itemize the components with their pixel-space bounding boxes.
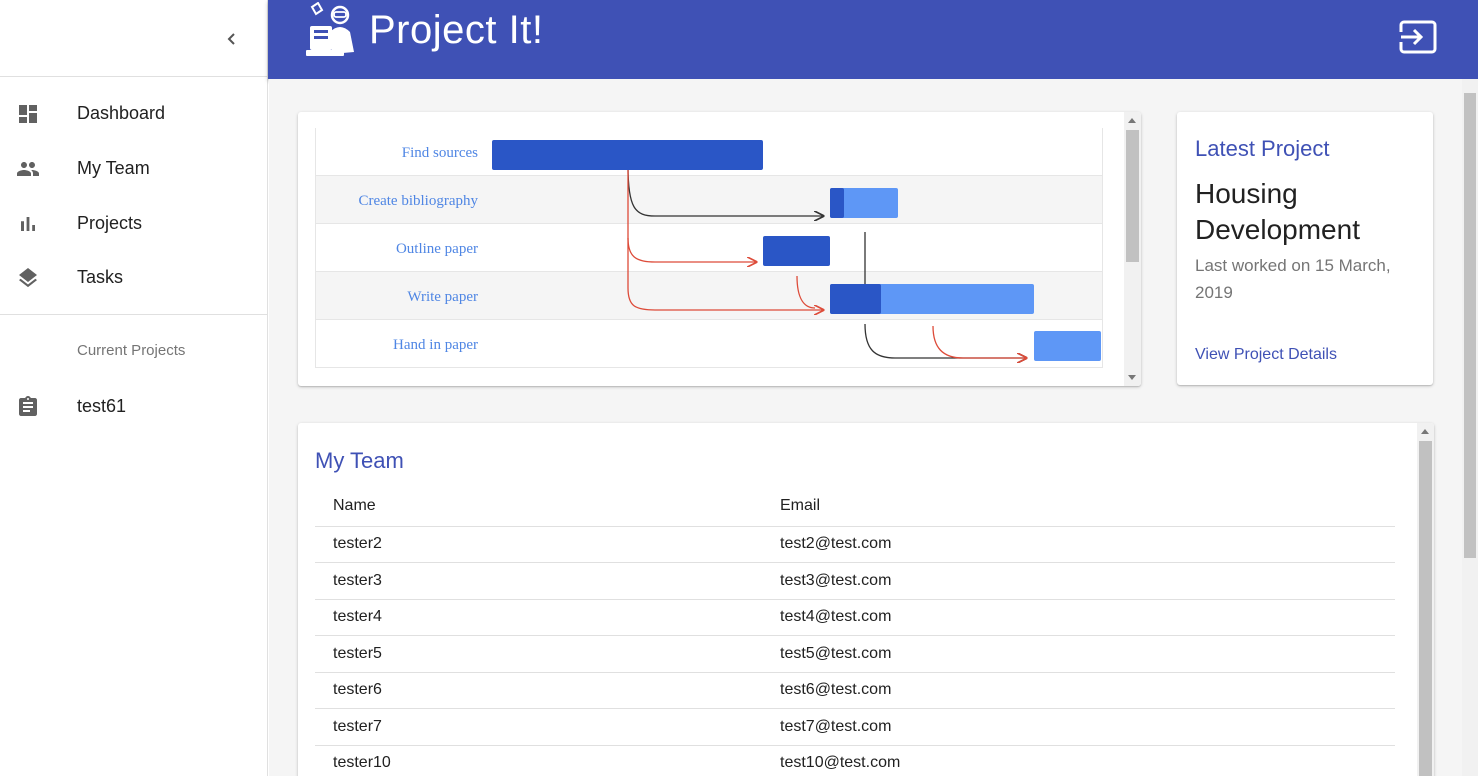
member-email: test7@test.com [780,708,1395,746]
logout-button[interactable] [1398,18,1438,56]
column-header-email[interactable]: Email [780,487,1395,527]
gantt-bar [1034,331,1101,361]
member-name: tester6 [315,672,780,709]
clipboard-icon [0,395,77,419]
project-last-worked: Last worked on 15 March, 2019 [1195,256,1391,302]
app-bar: Project It! [268,0,1478,79]
gantt-bar-progress [830,188,844,218]
dependency-arrow [932,325,1026,358]
sidebar-item-tasks[interactable]: Tasks [0,250,268,305]
team-table: Name Email tester2 test2@test.com tester3… [315,487,1395,776]
member-name: tester7 [315,708,780,746]
dependency-arrow [864,323,1026,358]
gantt-bars [492,140,1101,386]
dependency-arrow [627,165,823,216]
sidebar-item-label: Projects [77,213,143,233]
collapse-sidebar-button[interactable] [220,26,244,52]
table-row[interactable]: tester2 test2@test.com [315,526,1395,563]
dependency-arrow [627,166,756,262]
column-header-name[interactable]: Name [315,487,780,527]
app-title: Project It! [369,8,544,52]
sidebar-item-project[interactable]: test61 [0,379,268,434]
people-icon [0,157,77,181]
member-email: test3@test.com [780,562,1395,600]
dependency-arrow [796,275,816,309]
chevron-left-icon [227,33,235,45]
table-header-row: Name Email [315,487,1395,527]
page-scrollbar[interactable] [1462,79,1478,776]
dashboard-icon [0,102,77,126]
table-row[interactable]: tester5 test5@test.com [315,635,1395,673]
member-email: test5@test.com [780,635,1395,673]
gantt-scrollbar[interactable] [1124,112,1141,386]
sidebar: Dashboard My Team Projects Tasks Current… [0,0,268,776]
member-email: test10@test.com [780,745,1395,776]
sidebar-item-my-team[interactable]: My Team [0,141,268,196]
sidebar-item-label: Dashboard [77,103,166,123]
gantt-bar [763,236,830,266]
member-name: tester10 [315,745,780,776]
table-row[interactable]: tester10 test10@test.com [315,745,1395,776]
latest-project-card: Latest Project Housing Development Last … [1177,112,1433,385]
current-projects-subheader: Current Projects [77,342,186,359]
divider [0,314,268,315]
member-name: tester5 [315,635,780,673]
table-row[interactable]: tester6 test6@test.com [315,672,1395,709]
latest-project-heading: Latest Project [1195,136,1330,161]
logo-icon [306,2,354,56]
sidebar-item-label: My Team [77,158,150,178]
member-email: test4@test.com [780,599,1395,636]
scroll-up-arrow-icon[interactable] [1421,429,1429,434]
member-email: test2@test.com [780,526,1395,563]
table-row[interactable]: tester7 test7@test.com [315,708,1395,746]
exit-icon [1399,20,1437,54]
sidebar-item-dashboard[interactable]: Dashboard [0,86,268,141]
scroll-down-arrow-icon[interactable] [1128,375,1136,380]
layers-icon [0,266,77,290]
bar-chart-icon [0,212,77,236]
gantt-chart-card: Find sources Create bibliography Outline… [298,112,1141,386]
sidebar-item-projects[interactable]: Projects [0,196,268,251]
sidebar-item-label: test61 [77,396,127,416]
table-row[interactable]: tester4 test4@test.com [315,599,1395,636]
project-name: Housing Development [1195,178,1360,245]
sidebar-item-label: Tasks [77,267,124,287]
gantt-bar-progress [830,284,881,314]
member-name: tester2 [315,526,780,563]
team-scrollbar[interactable] [1417,423,1434,776]
scroll-up-arrow-icon[interactable] [1128,118,1136,123]
table-row[interactable]: tester3 test3@test.com [315,562,1395,600]
gantt-chart: Find sources Create bibliography Outline… [315,128,1103,386]
divider [0,76,268,77]
my-team-card: My Team Name Email tester2 test2@test.com… [298,423,1434,776]
member-name: tester3 [315,562,780,600]
member-name: tester4 [315,599,780,636]
view-project-details-link[interactable]: View Project Details [1195,346,1337,364]
my-team-heading: My Team [315,448,404,473]
member-email: test6@test.com [780,672,1395,709]
gantt-bar [492,140,763,170]
